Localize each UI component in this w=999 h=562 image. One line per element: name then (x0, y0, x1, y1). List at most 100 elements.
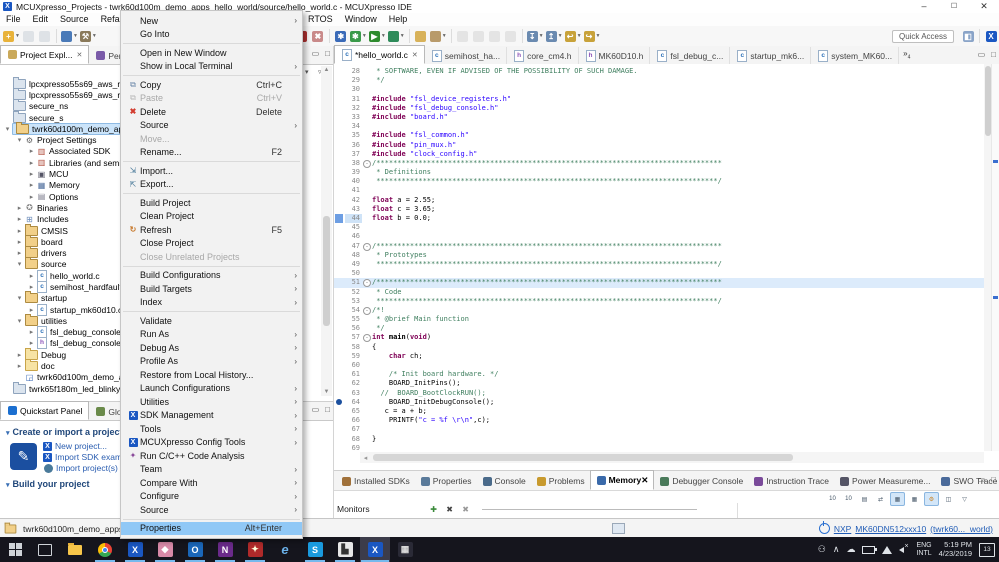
menu-item-open-in-new-window[interactable]: Open in New Window (121, 46, 302, 60)
tree-scrollbar[interactable]: ▲ ▼ (321, 66, 332, 396)
code-line-44[interactable]: 44float b = 0.0; (334, 214, 984, 223)
taskbar-calculator-icon[interactable]: ▦ (390, 537, 420, 562)
line-number[interactable]: 35 (345, 131, 362, 140)
menu-item-source[interactable]: Source› (121, 503, 302, 517)
left-panel-minmax[interactable]: ▭□ (312, 49, 330, 58)
editor-tab-system-mk60-[interactable]: csystem_MK60... (811, 47, 899, 64)
tree-expander-icon[interactable]: ▸ (27, 272, 36, 280)
annotation-gutter[interactable] (334, 251, 345, 260)
line-number[interactable]: 50 (345, 269, 362, 278)
annotation-gutter[interactable] (334, 416, 345, 425)
taskbar-mcuxpresso-icon[interactable]: X (120, 537, 150, 562)
code-line-37[interactable]: 37#include "clock_config.h" (334, 150, 984, 159)
taskbar-app-red-icon[interactable]: ✦ (240, 537, 270, 562)
annotation-gutter[interactable] (334, 407, 345, 416)
debug-alt-icon[interactable]: ✱▼ (350, 29, 367, 43)
tree-expander-icon[interactable]: ▸ (27, 328, 36, 336)
line-number[interactable]: 45 (345, 223, 362, 232)
menu-item-delete[interactable]: ✖DeleteDelete (121, 105, 302, 119)
menu-item-restore-from-local-history-[interactable]: Restore from Local History... (121, 368, 302, 382)
fold-gutter[interactable]: − (362, 159, 372, 168)
code-line-31[interactable]: 31#include "fsl_device_registers.h" (334, 95, 984, 104)
annotation-gutter[interactable] (334, 85, 345, 94)
view-menu-icon[interactable]: ▽ (958, 493, 971, 505)
menu-source[interactable]: Source (54, 13, 95, 26)
taskbar-photos-icon[interactable]: ◆ (150, 537, 180, 562)
code-line-47[interactable]: 47−/************************************… (334, 242, 984, 251)
people-icon[interactable]: ⚇ (818, 544, 826, 555)
line-number[interactable]: 57 (345, 333, 362, 342)
quickstart-minmax[interactable]: ▭□ (312, 405, 330, 414)
line-number[interactable]: 42 (345, 196, 362, 205)
code-line-32[interactable]: 32#include "fsl_debug_console.h" (334, 104, 984, 113)
line-number[interactable]: 52 (345, 288, 362, 297)
line-number[interactable]: 55 (345, 315, 362, 324)
editor-tab--hello-world-c[interactable]: c*hello_world.c✕ (334, 45, 425, 64)
tab-console[interactable]: Console (477, 472, 531, 490)
line-number[interactable]: 28 (345, 67, 362, 76)
tree-expander-icon[interactable]: ▸ (27, 147, 36, 155)
annotation-gutter[interactable] (334, 269, 345, 278)
code-line-38[interactable]: 38−/************************************… (334, 159, 984, 168)
menu-item-properties[interactable]: PropertiesAlt+Enter (121, 522, 302, 536)
tree-expander-icon[interactable]: ▸ (15, 362, 24, 370)
table-rendering-icon[interactable]: ▦ (908, 493, 921, 505)
menu-item-configure[interactable]: Configure› (121, 490, 302, 504)
line-number[interactable]: 32 (345, 104, 362, 113)
line-number[interactable]: 49 (345, 260, 362, 269)
annotation-gutter[interactable] (334, 242, 345, 251)
menu-item-build-targets[interactable]: Build Targets› (121, 282, 302, 296)
line-number[interactable]: 63 (345, 389, 362, 398)
menu-item-validate[interactable]: Validate (121, 314, 302, 328)
line-number[interactable]: 62 (345, 379, 362, 388)
line-number[interactable]: 66 (345, 416, 362, 425)
tree-expander-icon[interactable]: ▸ (15, 351, 24, 359)
line-number[interactable]: 44 (345, 214, 362, 223)
annotation-gutter[interactable] (334, 168, 345, 177)
menu-item-build-project[interactable]: Build Project (121, 196, 302, 210)
status-link-device[interactable]: MK60DN512xxx10 (855, 524, 926, 534)
fold-collapse-icon[interactable]: − (363, 307, 371, 315)
tab-power-measureme-[interactable]: Power Measureme... (834, 472, 935, 490)
annotation-gutter[interactable] (334, 95, 345, 104)
menu-item-import-[interactable]: ⇲Import... (121, 164, 302, 178)
taskbar-task-view-icon[interactable] (30, 537, 60, 562)
annotation-gutter[interactable] (334, 324, 345, 333)
annotation-gutter[interactable] (334, 260, 345, 269)
fold-gutter[interactable]: − (362, 278, 372, 287)
volume-muted-icon[interactable] (899, 545, 909, 554)
editor-tab-mk60d10-h[interactable]: hMK60D10.h (579, 47, 651, 64)
menu-item-launch-configurations[interactable]: Launch Configurations› (121, 382, 302, 396)
line-number[interactable]: 69 (345, 444, 362, 451)
code-line-56[interactable]: 56 */ (334, 324, 984, 333)
code-line-66[interactable]: 66 PRINTF("c = %f \r\n",c); (334, 416, 984, 425)
line-number[interactable]: 47 (345, 242, 362, 251)
code-line-68[interactable]: 68} (334, 435, 984, 444)
new-wizard-icon[interactable]: +▼ (3, 29, 20, 43)
annotation-gutter[interactable] (334, 352, 345, 361)
taskbar-onenote-icon[interactable]: N (210, 537, 240, 562)
annotation-gutter[interactable] (334, 205, 345, 214)
network-icon[interactable] (882, 546, 892, 554)
launch-config-icon[interactable]: ▼ (61, 29, 78, 43)
quick-access-box[interactable]: Quick Access (892, 30, 954, 43)
line-number[interactable]: 39 (345, 168, 362, 177)
taskbar-mcuxpresso-ide-icon[interactable]: X (360, 537, 390, 562)
annotation-gutter[interactable] (334, 122, 345, 131)
line-number[interactable]: 34 (345, 122, 362, 131)
menu-item-build-configurations[interactable]: Build Configurations› (121, 269, 302, 283)
fold-collapse-icon[interactable]: − (363, 334, 371, 342)
code-line-45[interactable]: 45 (334, 223, 984, 232)
fold-gutter[interactable]: − (362, 242, 372, 251)
menu-item-refresh[interactable]: ↻RefreshF5 (121, 223, 302, 237)
tree-expander-icon[interactable]: ▸ (15, 227, 24, 235)
annotation-gutter[interactable] (334, 196, 345, 205)
menu-item-source[interactable]: Source› (121, 119, 302, 133)
annotation-gutter[interactable] (334, 361, 345, 370)
onedrive-icon[interactable]: ☁ (846, 544, 855, 555)
fold-gutter[interactable]: − (362, 306, 372, 315)
editor-horizontal-scrollbar[interactable]: ◂ (360, 452, 984, 463)
line-number[interactable]: 40 (345, 177, 362, 186)
breakpoint-icon[interactable] (336, 399, 342, 405)
line-number[interactable]: 65 (345, 407, 362, 416)
